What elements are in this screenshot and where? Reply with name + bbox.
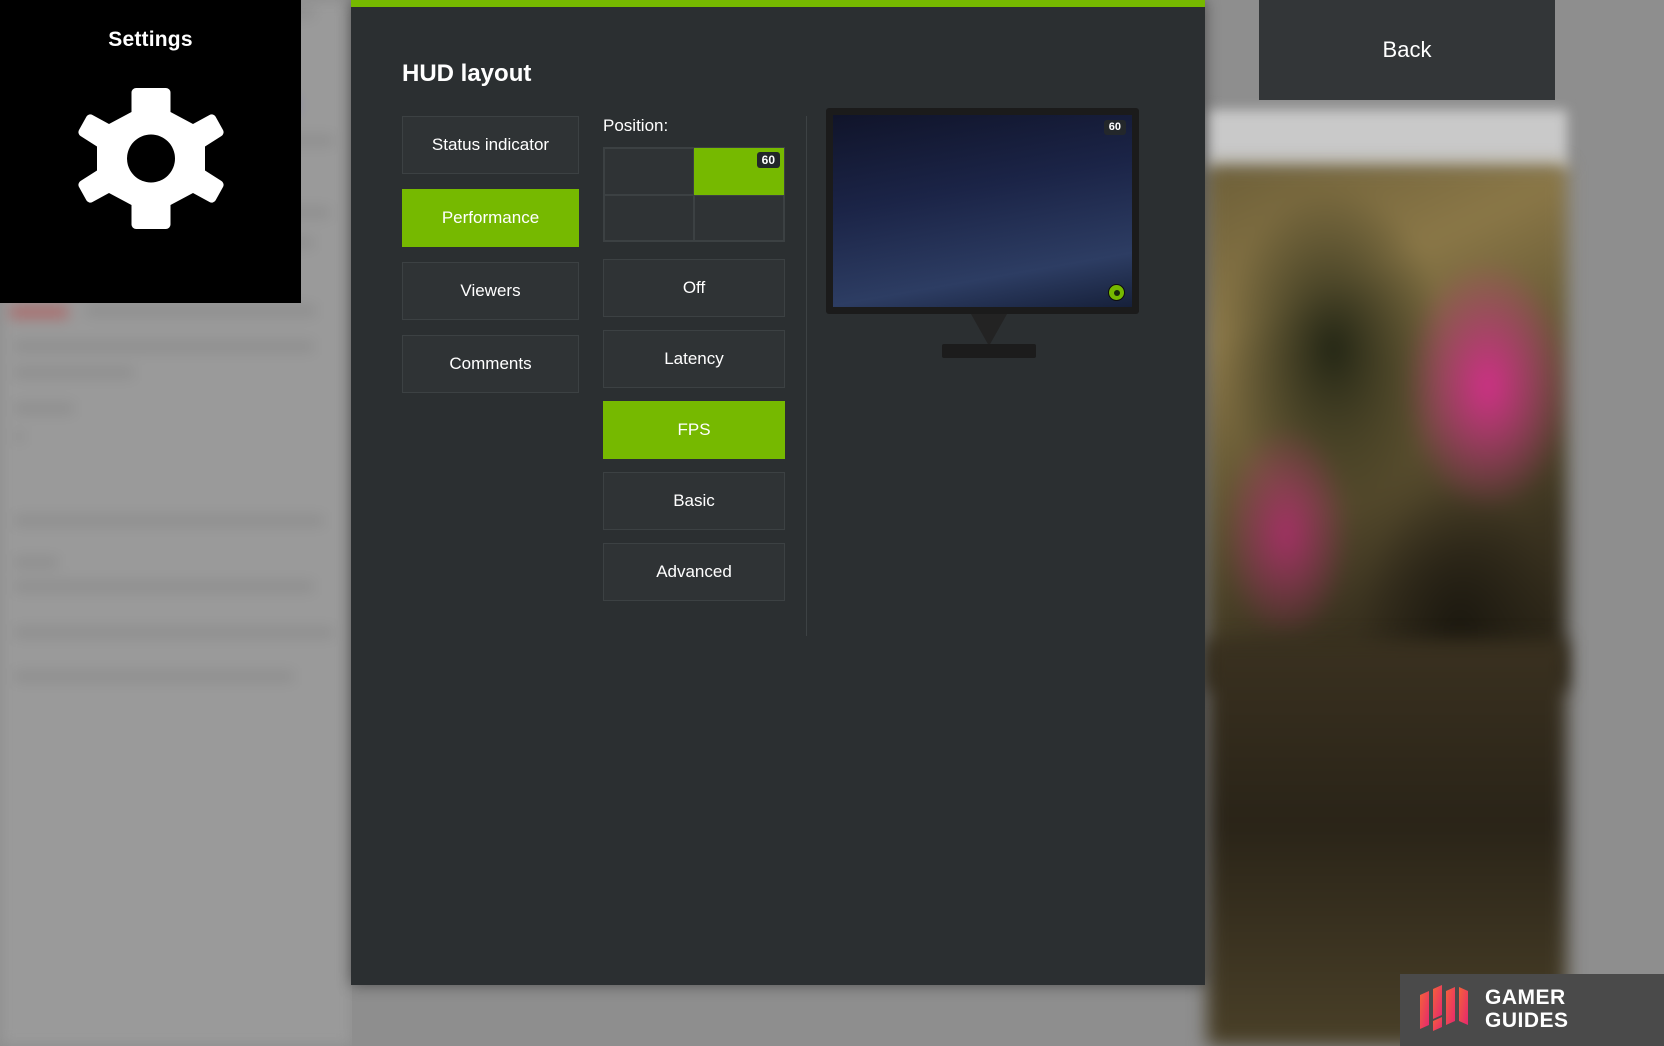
position-cell-bottom-right[interactable] — [694, 194, 784, 241]
category-status-indicator[interactable]: Status indicator — [402, 116, 579, 174]
gamer-guides-logo-icon — [1418, 984, 1472, 1036]
background-card — [1207, 110, 1567, 170]
settings-panel: Settings — [0, 0, 301, 303]
options-column: Position: 60 Off Latency FPS Basic Advan… — [603, 116, 787, 614]
option-latency[interactable]: Latency — [603, 330, 785, 388]
monitor-screen: 60 — [833, 115, 1132, 307]
background-photo — [1207, 165, 1567, 690]
category-viewers[interactable]: Viewers — [402, 262, 579, 320]
screen-fps-badge: 60 — [1103, 120, 1126, 135]
option-advanced[interactable]: Advanced — [603, 543, 785, 601]
position-cell-top-right[interactable]: 60 — [694, 148, 784, 195]
position-label: Position: — [603, 116, 669, 135]
dialog-accent-bar — [351, 0, 1205, 7]
monitor-stand-base — [941, 344, 1036, 358]
option-fps[interactable]: FPS — [603, 401, 785, 459]
nvidia-status-icon — [1108, 284, 1125, 301]
back-button[interactable]: Back — [1259, 0, 1555, 100]
position-grid[interactable]: 60 — [603, 147, 785, 242]
monitor-stand-neck — [970, 314, 1007, 346]
category-comments[interactable]: Comments — [402, 335, 579, 393]
option-basic[interactable]: Basic — [603, 472, 785, 530]
column-divider — [806, 116, 807, 636]
category-list: Status indicator Performance Viewers Com… — [402, 116, 579, 408]
gamer-guides-wordmark: GAMER GUIDES — [1485, 986, 1569, 1032]
watermark-line-2: GUIDES — [1485, 1009, 1569, 1032]
gamer-guides-watermark: GAMER GUIDES — [1400, 974, 1664, 1046]
category-performance[interactable]: Performance — [402, 189, 579, 247]
position-fps-badge: 60 — [756, 152, 780, 168]
monitor-preview: 60 — [826, 108, 1151, 373]
settings-title: Settings — [108, 28, 193, 51]
position-cell-bottom-left[interactable] — [604, 194, 694, 241]
hud-layout-dialog: HUD layout Status indicator Performance … — [351, 0, 1205, 985]
monitor-bezel: 60 — [826, 108, 1139, 314]
position-cell-top-left[interactable] — [604, 148, 694, 195]
gear-icon — [75, 82, 227, 232]
option-off[interactable]: Off — [603, 259, 785, 317]
watermark-line-1: GAMER — [1485, 986, 1566, 1010]
page-title: HUD layout — [402, 60, 532, 87]
